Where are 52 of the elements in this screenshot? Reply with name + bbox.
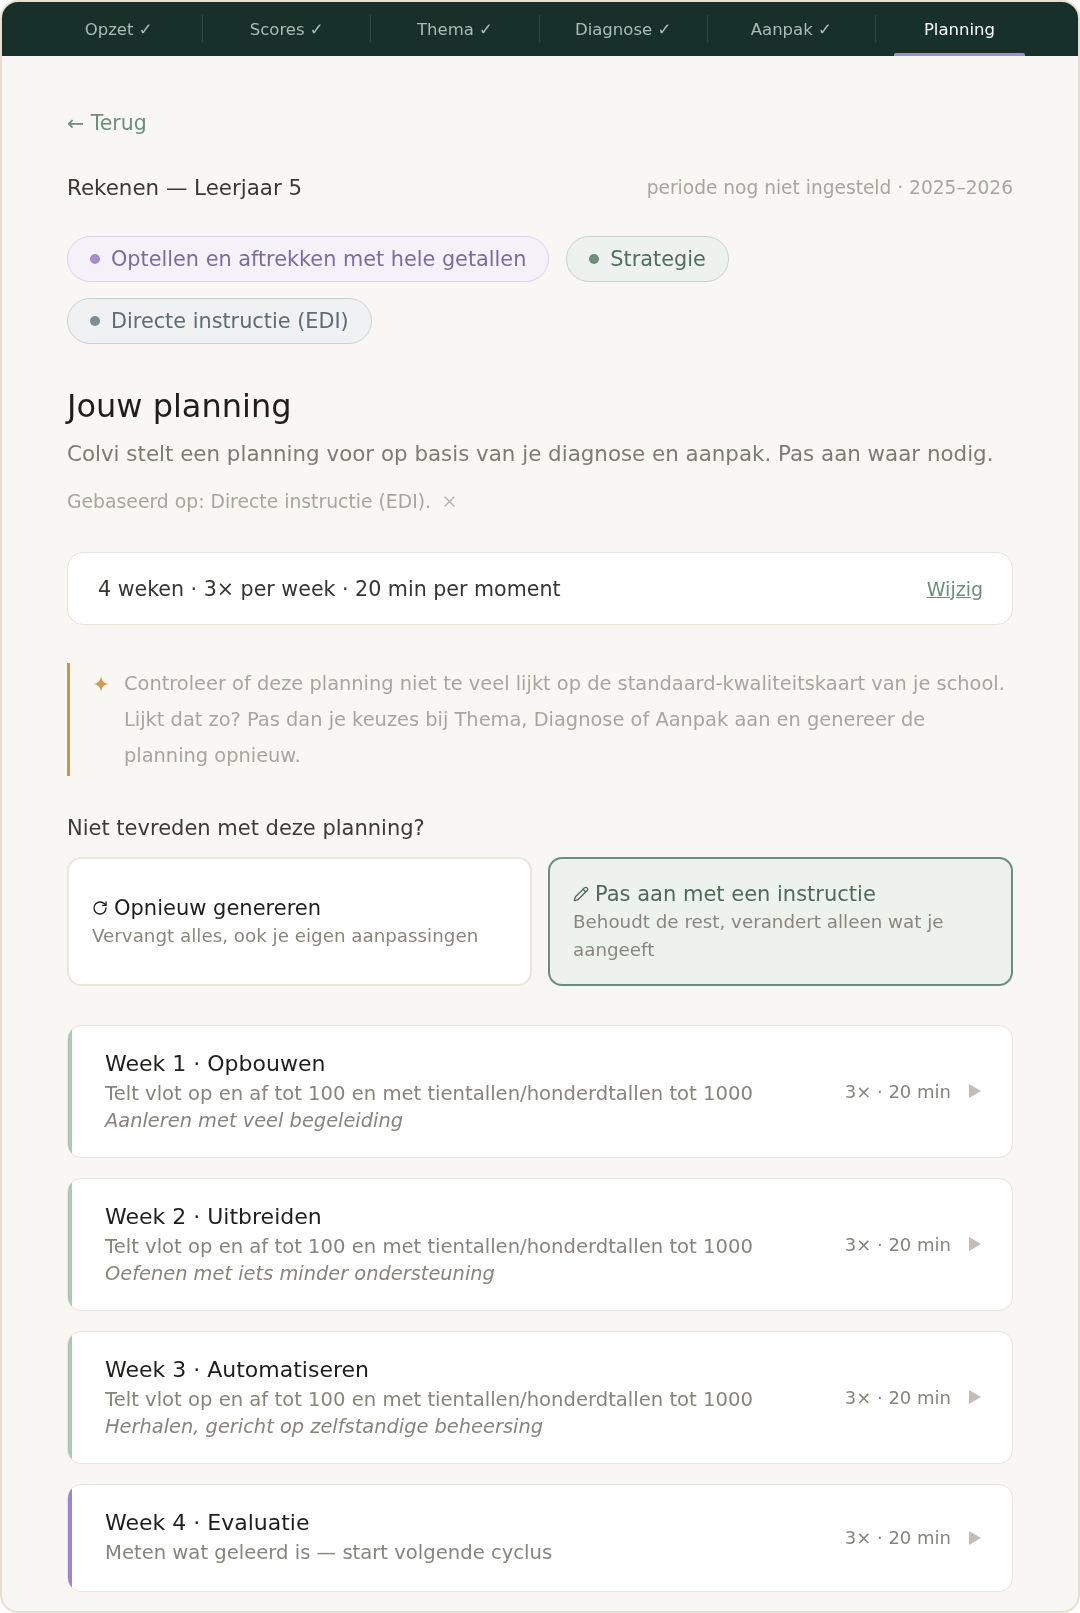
category-tag: Strategie — [566, 236, 729, 282]
step-tab[interactable]: Diagnose ✓ — [539, 2, 707, 56]
week-goal: Telt vlot op en af tot 100 en met tientallen/honderdtallen tot 1000 — [105, 1387, 754, 1413]
week-goal: Telt vlot op en af tot 100 en met tientallen/honderdtallen tot 1000 — [105, 1234, 754, 1260]
step-tab[interactable]: Aanpak ✓ — [707, 2, 875, 56]
option-title: Opnieuw genereren — [114, 894, 322, 922]
week-card[interactable]: Week 4 · Evaluatie Meten wat geleerd is — start volgende cyclus 3× · 20 min — [67, 1484, 1013, 1592]
week-goal: Telt vlot op en af tot 100 en met tientallen/honderdtallen tot 1000 — [105, 1081, 754, 1107]
step-tab[interactable]: Planning — [875, 2, 1044, 56]
option-card[interactable]: Pas aan met een instructie Behoudt de rest, verandert alleen wat je aangeeft — [548, 857, 1013, 986]
step-tab[interactable]: Thema ✓ — [371, 2, 539, 56]
section-heading: Jouw planning — [67, 386, 293, 426]
close-icon — [444, 495, 455, 507]
week-card[interactable]: Week 2 · Uitbreiden Telt vlot op en af tot 100 en met tientallen/honderdtallen tot 1000 Oefenen met iets minder ondersteuning 3× · 20 min — [67, 1178, 1013, 1311]
week-title: Week 2 · Uitbreiden — [105, 1203, 323, 1231]
section-description: Colvi stelt een planning voor op basis van je diagnose en aanpak. Pas aan waar nodig. — [67, 440, 995, 468]
week-schedule: 3× · 20 min — [844, 1080, 951, 1102]
refresh-icon — [92, 899, 108, 916]
category-tag: Directe instructie (EDI) — [67, 298, 372, 344]
remove-button[interactable] — [444, 495, 455, 507]
edit-link[interactable]: Wijzig — [926, 577, 983, 600]
course-title: Rekenen — Leerjaar 5 — [67, 174, 303, 200]
week-title: Week 1 · Opbouwen — [105, 1050, 327, 1078]
notice-text: Controleer of deze planning niet te veel lijkt op de standaard-kwaliteitskaart van je school. Lijkt dat zo? Pas dan je keuzes bij Thema, Diagnose of Aanpak aan en genereer de planning opnieuw. — [124, 671, 1006, 769]
caret-right-icon — [969, 1390, 981, 1404]
option-card[interactable]: Opnieuw genereren Vervangt alles, ook je eigen aanpassingen — [67, 857, 532, 986]
week-title: Week 4 · Evaluatie — [105, 1509, 311, 1537]
option-description: Behoudt de rest, verandert alleen wat je aangeeft — [573, 909, 945, 962]
option-title: Pas aan met een instructie — [595, 880, 876, 908]
week-note: Aanleren met veel begeleiding — [105, 1108, 405, 1133]
week-title: Week 3 · Automatiseren — [105, 1356, 370, 1384]
period-label: periode nog niet ingesteld · 2025–2026 — [646, 176, 1013, 198]
week-note: Herhalen, gericht op zelfstandige beheersing — [105, 1414, 544, 1439]
pencil-icon — [573, 885, 589, 902]
week-schedule: 3× · 20 min — [844, 1386, 951, 1408]
category-tag: Optellen en aftrekken met hele getallen — [67, 236, 550, 282]
caret-right-icon — [969, 1237, 981, 1251]
step-tab[interactable]: Opzet ✓ — [35, 2, 203, 56]
caret-right-icon — [969, 1530, 981, 1545]
question-label: Niet tevreden met deze planning? — [67, 815, 426, 842]
week-card[interactable]: Week 1 · Opbouwen Telt vlot op en af tot 100 en met tientallen/honderdtallen tot 1000 Aanleren met veel begeleiding 3× · 20 min — [67, 1025, 1013, 1158]
week-note: Oefenen met iets minder ondersteuning — [105, 1261, 496, 1286]
week-schedule: 3× · 20 min — [844, 1233, 951, 1255]
caret-right-icon — [969, 1084, 981, 1098]
step-tab[interactable]: Scores ✓ — [203, 2, 371, 56]
sparkle-icon — [93, 676, 109, 692]
summary-text: 4 weken · 3× per week · 20 min per moment — [98, 576, 561, 601]
option-description: Vervangt alles, ook je eigen aanpassingen — [92, 923, 480, 948]
week-goal: Meten wat geleerd is — start volgende cyclus — [105, 1540, 554, 1566]
basis-text: Gebaseerd op: Directe instructie (EDI). — [67, 490, 431, 512]
week-card[interactable]: Week 3 · Automatiseren Telt vlot op en af tot 100 en met tientallen/honderdtallen tot 1000 Herhalen, gericht op zelfstandige beheersing 3× · 20 min — [67, 1331, 1013, 1464]
week-schedule: 3× · 20 min — [844, 1527, 951, 1548]
